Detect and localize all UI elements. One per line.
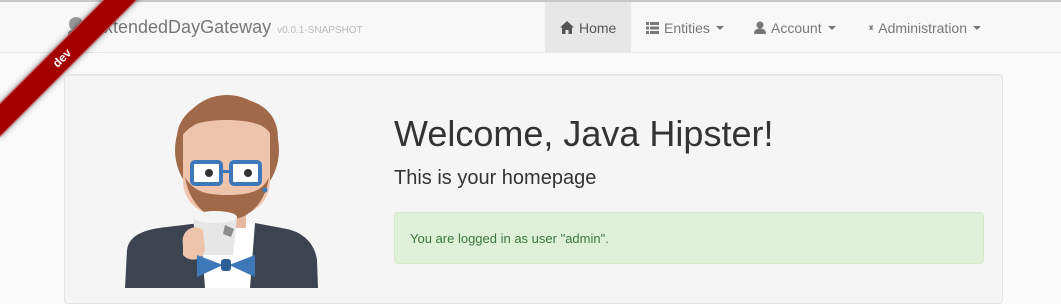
page-subtitle: This is your homepage (394, 167, 597, 189)
login-status-text: You are logged in as user "admin". (410, 230, 609, 246)
home-icon (560, 21, 574, 34)
chevron-down-icon (715, 25, 724, 30)
chevron-down-icon (827, 25, 836, 30)
user-icon (754, 21, 766, 34)
nav-entities-label: Entities (664, 19, 710, 36)
hipster-illustration (125, 95, 318, 288)
tower-icon (869, 25, 873, 30)
nav-administration[interactable]: Administration (854, 2, 996, 53)
nav-account-label: Account (771, 19, 822, 36)
top-navbar: ExtendedDayGateway v0.0.1-SNAPSHOT Home … (0, 0, 1061, 53)
nav-administration-label: Administration (878, 19, 967, 36)
nav-account[interactable]: Account (739, 2, 854, 53)
brand-version: v0.0.1-SNAPSHOT (277, 24, 363, 36)
nav-home[interactable]: Home (545, 2, 631, 53)
login-status-alert: You are logged in as user "admin". (394, 212, 984, 264)
page-title: Welcome, Java Hipster! (394, 113, 774, 154)
chevron-down-icon (973, 25, 981, 30)
nav-entities[interactable]: Entities (631, 2, 739, 53)
main-nav: Home Entities Account Administration (545, 2, 996, 53)
list-icon (646, 21, 659, 34)
nav-home-label: Home (579, 19, 617, 36)
